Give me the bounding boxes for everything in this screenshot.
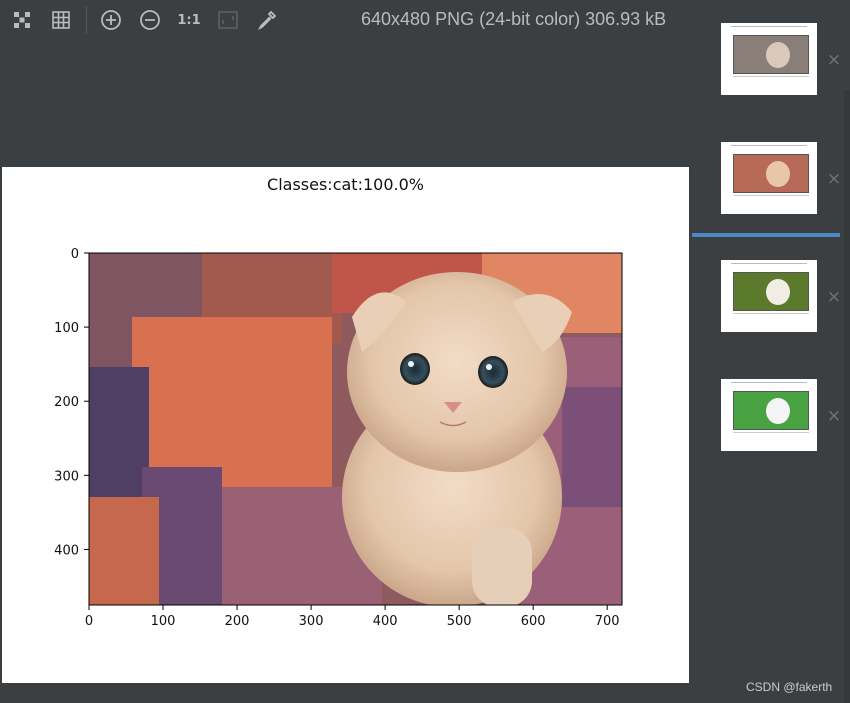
thumbnail-image xyxy=(733,35,809,74)
x-tick-label: 500 xyxy=(447,614,472,629)
x-tick-label: 400 xyxy=(373,614,398,629)
x-tick-label: 300 xyxy=(299,614,324,629)
image-info: 640x480 PNG (24-bit color) 306.93 kB xyxy=(361,9,667,29)
thumbnail-dog-on-field[interactable] xyxy=(721,379,817,451)
thumbnail-axis xyxy=(733,432,809,433)
close-icon[interactable]: × xyxy=(826,171,842,188)
thumbnail-title xyxy=(731,382,807,383)
thumbnail-title xyxy=(731,263,807,264)
thumbnail-axis xyxy=(733,313,809,314)
y-tick-label: 200 xyxy=(54,395,79,410)
close-icon[interactable]: × xyxy=(826,289,842,306)
x-tick-label: 100 xyxy=(151,614,176,629)
selection-indicator xyxy=(692,233,840,237)
grid-icon[interactable] xyxy=(49,8,73,32)
thumbnail-kitten-on-porch[interactable] xyxy=(721,23,817,95)
y-tick-label: 400 xyxy=(54,543,79,558)
y-tick-label: 100 xyxy=(54,321,79,336)
thumbnail-axis xyxy=(733,195,809,196)
thumbnail-axis xyxy=(733,76,809,77)
checkerboard-icon[interactable] xyxy=(10,8,34,32)
y-tick-label: 0 xyxy=(71,247,79,262)
x-tick-label: 0 xyxy=(85,614,93,629)
image-viewer[interactable]: Classes:cat:100.0% 0 100 200 300 400 500… xyxy=(2,167,689,683)
y-tick-label: 300 xyxy=(54,469,79,484)
x-tick-label: 200 xyxy=(225,614,250,629)
close-icon[interactable]: × xyxy=(826,52,842,69)
watermark: CSDN @fakerth xyxy=(746,680,833,694)
kitten-photo xyxy=(89,253,622,605)
thumbnail-image xyxy=(733,154,809,193)
actual-size-button[interactable]: 1:1 xyxy=(176,8,202,32)
thumbnail-puppy-on-grass[interactable] xyxy=(721,260,817,332)
thumbnail-strip: × × × × xyxy=(690,0,850,703)
thumbnail-image xyxy=(733,272,809,311)
zoom-in-icon[interactable] xyxy=(99,8,123,32)
zoom-out-icon[interactable] xyxy=(138,8,162,32)
thumbnail-kitten-red-background[interactable] xyxy=(721,142,817,214)
thumbnail-image xyxy=(733,391,809,430)
toolbar-separator xyxy=(86,6,87,34)
plot-figure: 0 100 200 300 400 500 600 700 0 100 200 300 400 xyxy=(54,247,623,629)
thumbnail-scrollbar[interactable] xyxy=(844,90,850,703)
x-tick-label: 600 xyxy=(521,614,546,629)
color-picker-icon[interactable] xyxy=(255,8,279,32)
fit-icon[interactable] xyxy=(216,8,240,32)
image-toolbar: 1:1 640x480 PNG (24-bit color) 306.93 kB xyxy=(0,0,690,42)
close-icon[interactable]: × xyxy=(826,408,842,425)
actual-size-label: 1:1 xyxy=(177,12,201,28)
thumbnail-title xyxy=(731,26,807,27)
x-tick-label: 700 xyxy=(595,614,620,629)
thumbnail-title xyxy=(731,145,807,146)
